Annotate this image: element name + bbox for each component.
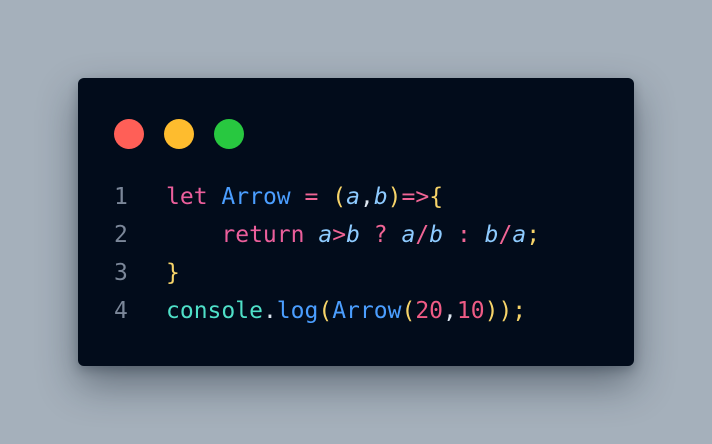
code-token: . bbox=[262, 298, 277, 324]
code-text: return a>b ? a/b : b/a; bbox=[166, 216, 540, 254]
minimize-dot-icon[interactable] bbox=[164, 119, 194, 149]
code-token: let bbox=[166, 184, 208, 210]
code-token: ? bbox=[373, 222, 388, 248]
code-token: 20 bbox=[415, 298, 444, 324]
code-token: / bbox=[415, 222, 430, 248]
code-token: ( bbox=[332, 184, 347, 210]
code-text: let Arrow = (a,b)=>{ bbox=[166, 178, 443, 216]
maximize-dot-icon[interactable] bbox=[214, 119, 244, 149]
code-token: Arrow bbox=[221, 184, 291, 210]
code-token: b bbox=[346, 222, 360, 248]
code-token: ; bbox=[512, 298, 527, 324]
code-token: ) bbox=[498, 298, 513, 324]
code-token: , bbox=[359, 184, 374, 210]
code-token: a bbox=[401, 222, 416, 248]
line-number: 3 bbox=[114, 260, 128, 286]
code-token: { bbox=[429, 184, 444, 210]
code-block: 1 let Arrow = (a,b)=>{2 return a>b ? a/b … bbox=[114, 178, 540, 330]
code-token: Arrow bbox=[332, 298, 402, 324]
code-token: b bbox=[484, 222, 499, 248]
line-number: 2 bbox=[114, 222, 128, 248]
line-number: 4 bbox=[114, 298, 128, 324]
code-token: > bbox=[332, 222, 347, 248]
code-token: console bbox=[166, 298, 263, 324]
code-line: 4 console.log(Arrow(20,10)); bbox=[114, 292, 540, 330]
code-token: ( bbox=[318, 298, 333, 324]
code-token: ) bbox=[387, 184, 402, 210]
code-line: 2 return a>b ? a/b : b/a; bbox=[114, 216, 540, 254]
code-token: => bbox=[401, 184, 430, 210]
code-token: a bbox=[512, 222, 527, 248]
code-token: log bbox=[276, 298, 319, 324]
code-text: } bbox=[166, 254, 180, 292]
code-token: ( bbox=[401, 298, 416, 324]
code-token: } bbox=[166, 260, 180, 286]
code-token: ) bbox=[484, 298, 499, 324]
window-controls bbox=[114, 119, 244, 149]
background: 1 let Arrow = (a,b)=>{2 return a>b ? a/b … bbox=[0, 0, 712, 444]
code-token: / bbox=[498, 222, 513, 248]
close-dot-icon[interactable] bbox=[114, 119, 144, 149]
code-token: : bbox=[456, 222, 471, 248]
code-text: console.log(Arrow(20,10)); bbox=[166, 292, 526, 330]
code-line: 3} bbox=[114, 254, 540, 292]
code-token: return bbox=[221, 222, 305, 248]
code-token: 10 bbox=[456, 298, 485, 324]
code-line: 1 let Arrow = (a,b)=>{ bbox=[114, 178, 540, 216]
code-token: b bbox=[429, 222, 444, 248]
code-token: b bbox=[373, 184, 388, 210]
code-token: ; bbox=[526, 222, 541, 248]
line-number: 1 bbox=[114, 184, 128, 210]
code-token: a bbox=[318, 222, 333, 248]
code-token: , bbox=[443, 298, 457, 324]
code-token: a bbox=[346, 184, 360, 210]
code-token: = bbox=[304, 184, 319, 210]
code-window: 1 let Arrow = (a,b)=>{2 return a>b ? a/b … bbox=[78, 78, 634, 366]
